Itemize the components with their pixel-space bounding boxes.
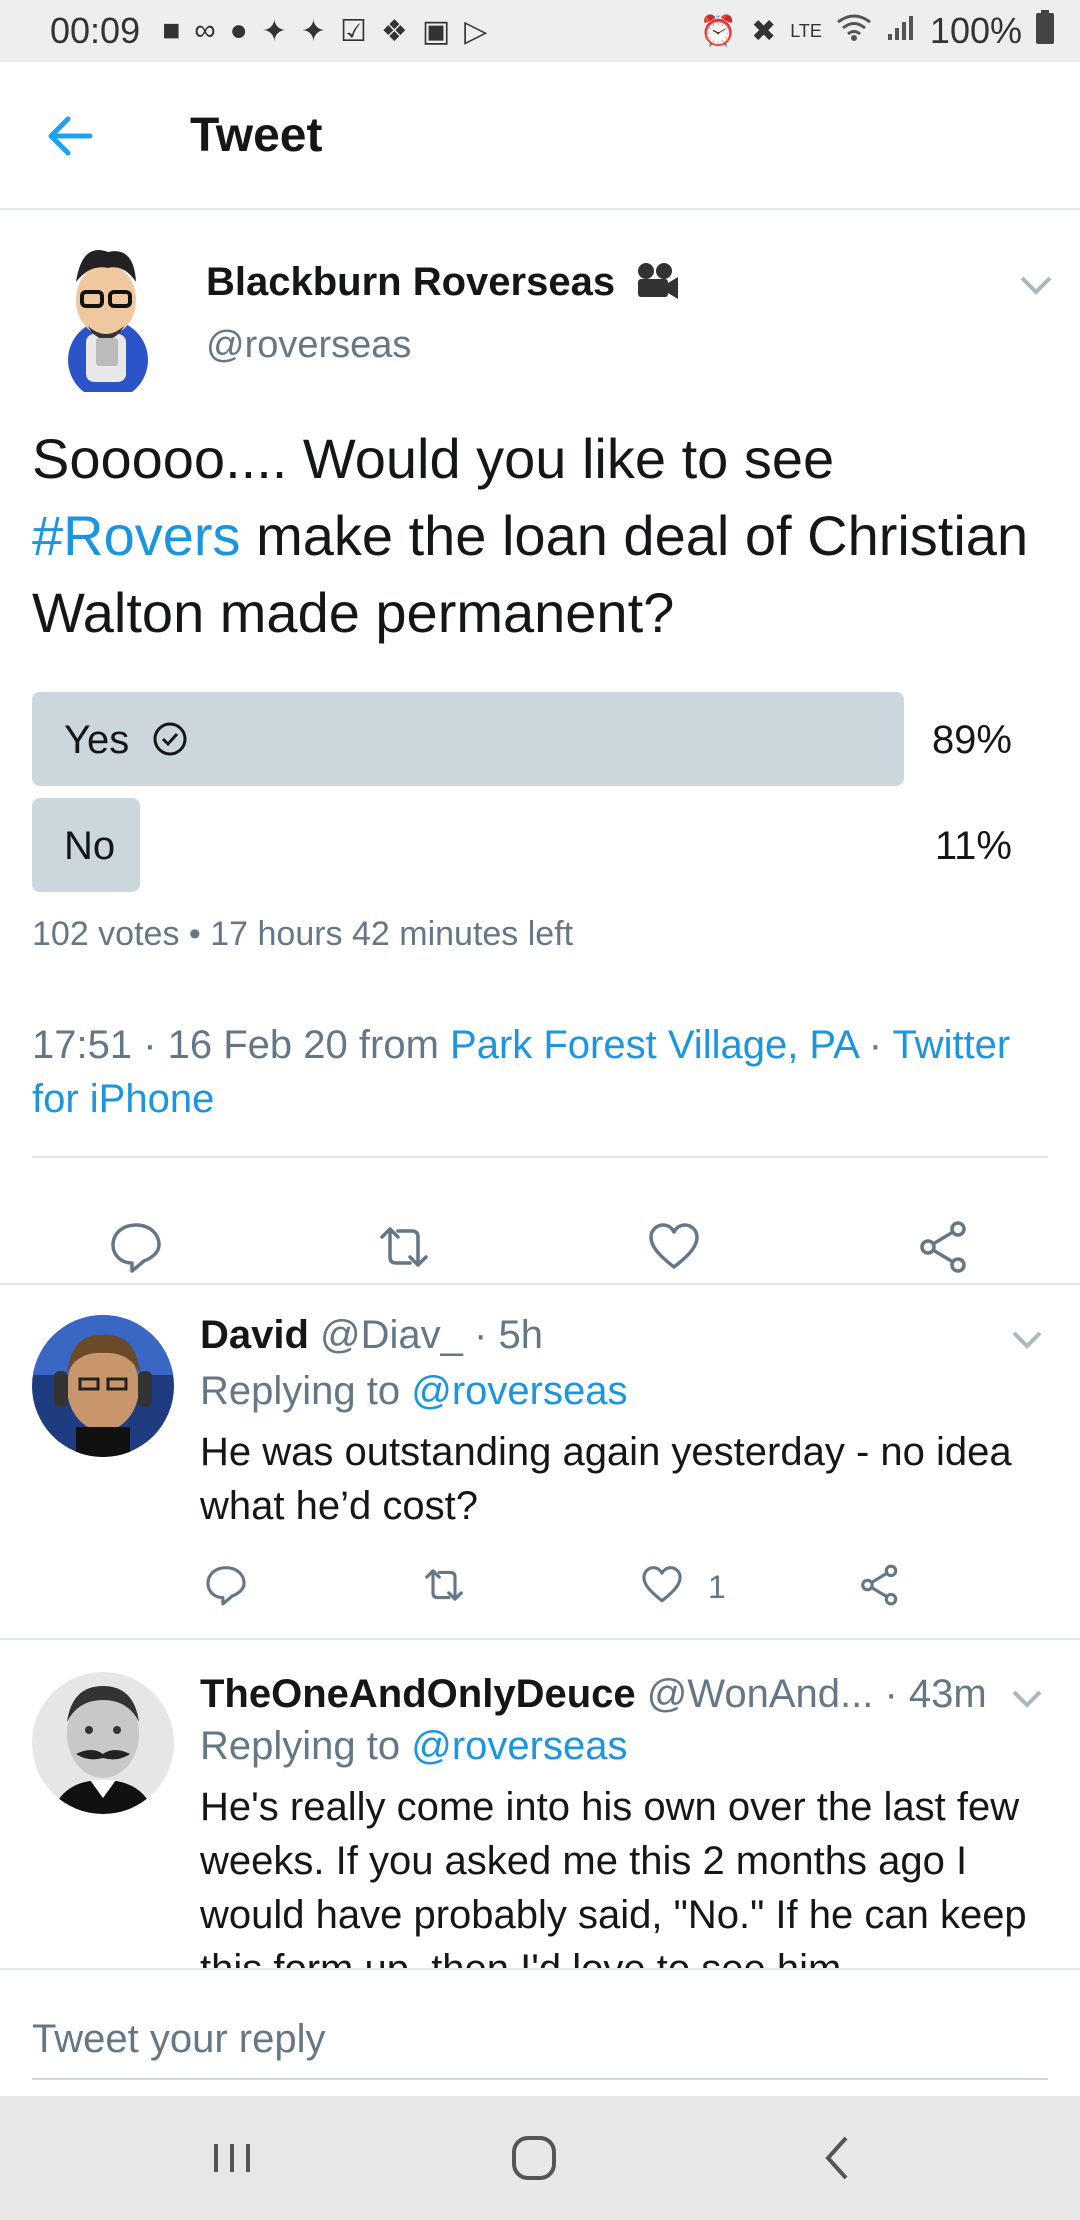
screen: 00:09 ■ ∞ ● ✦ ✦ ☑ ❖ ▣ ▷ ⏰ ✖ LTE 100% Twe…	[0, 0, 1080, 2220]
replying-to: Replying to @roverseas	[200, 1724, 627, 1769]
check-icon: ☑	[340, 14, 367, 48]
poll-option-percent: 89%	[931, 718, 1012, 762]
replying-to-link[interactable]: @roverseas	[411, 1724, 627, 1768]
battery-percent: 100%	[929, 10, 1022, 51]
reply-input[interactable]	[32, 2000, 1048, 2080]
top-bar: Tweet	[0, 62, 1080, 210]
twitter-bird-icon: ❖	[380, 14, 408, 48]
system-nav-bar	[0, 2096, 1080, 2220]
pinwheel-icon: ✦	[261, 14, 287, 48]
reply-text: He was outstanding again yesterday - no …	[200, 1430, 1012, 1528]
reply-text: He's really come into his own over the l…	[200, 1785, 1027, 1968]
tweet-timestamp: 17:51 · 16 Feb 20 from Park Forest Villa…	[32, 1018, 1062, 1126]
reply-header: David @Diav_ · 5h	[200, 1313, 543, 1358]
timestamp-text: 17:51 · 16 Feb 20 from	[32, 1023, 451, 1067]
divider	[32, 1156, 1048, 1158]
replying-to-link[interactable]: @roverseas	[411, 1369, 627, 1413]
voicemail-icon: ∞	[194, 13, 216, 47]
replying-to: Replying to @roverseas	[200, 1369, 627, 1414]
signal-icon	[886, 12, 916, 50]
reply-handle-time: @Diav_ · 5h	[308, 1313, 543, 1357]
tweet-text-part: Sooooo.... Would you like to see	[32, 427, 835, 490]
poll-option-no: No 11%	[32, 798, 1012, 892]
replying-prefix: Replying to	[200, 1369, 412, 1413]
poll-option-label-text: Yes	[64, 718, 130, 762]
reply-tweet[interactable]: David @Diav_ · 5h Replying to @roverseas…	[0, 1285, 1080, 1638]
avatar[interactable]	[38, 242, 168, 400]
camera-emoji-icon	[634, 260, 680, 304]
chevron-down-icon[interactable]	[1018, 270, 1054, 300]
poll-meta: 102 votes • 17 hours 42 minutes left	[32, 915, 574, 953]
back-arrow-icon[interactable]	[40, 106, 100, 166]
reply-icon[interactable]	[108, 1219, 164, 1275]
like-heart-icon[interactable]	[646, 1219, 702, 1275]
bag-icon: ■	[162, 13, 181, 47]
retweet-icon[interactable]	[376, 1219, 432, 1275]
poll-option-yes: Yes 89%	[32, 692, 1012, 786]
wifi-icon	[836, 12, 872, 50]
reply-handle-time: @WonAnd... · 43m	[635, 1672, 987, 1716]
recent-apps-icon[interactable]	[200, 2126, 264, 2190]
reply-composer	[0, 1968, 1080, 2096]
reply-author-name[interactable]: TheOneAndOnlyDeuce	[200, 1672, 636, 1716]
status-time: 00:09	[50, 10, 141, 51]
reply-header: TheOneAndOnlyDeuce @WonAnd... · 43m	[200, 1672, 987, 1717]
author-name[interactable]: Blackburn Roverseas	[206, 260, 680, 305]
notification-icons: ■ ∞ ● ✦ ✦ ☑ ❖ ▣ ▷	[162, 14, 487, 49]
poll-option-percent: 11%	[934, 824, 1012, 868]
play-store-icon: ▷	[464, 14, 488, 48]
author-name-text: Blackburn Roverseas	[206, 260, 616, 304]
home-icon[interactable]	[502, 2126, 566, 2190]
tweet-text: Sooooo.... Would you like to see #Rovers…	[32, 420, 1052, 651]
reply-avatar[interactable]	[32, 1672, 174, 1814]
reply-icon[interactable]	[204, 1563, 248, 1607]
share-icon[interactable]	[916, 1219, 972, 1275]
chevron-down-icon[interactable]	[1010, 1686, 1044, 1712]
retweet-icon[interactable]	[422, 1563, 466, 1607]
separator: ·	[857, 1023, 893, 1067]
system-icons: ⏰ ✖ LTE 100%	[700, 10, 1054, 52]
volte-icon: LTE	[790, 20, 822, 41]
alarm-icon: ⏰	[699, 14, 738, 48]
reply-author-name[interactable]: David	[200, 1313, 309, 1357]
page-title: Tweet	[190, 109, 323, 162]
check-circle-icon	[152, 721, 188, 767]
share-icon[interactable]	[858, 1563, 902, 1607]
reply-avatar[interactable]	[32, 1315, 174, 1457]
status-bar: 00:09 ■ ∞ ● ✦ ✦ ☑ ❖ ▣ ▷ ⏰ ✖ LTE 100%	[0, 0, 1080, 62]
author-handle[interactable]: @roverseas	[206, 324, 411, 367]
like-count: 1	[708, 1569, 726, 1605]
reply-tweet[interactable]: TheOneAndOnlyDeuce @WonAnd... · 43m Repl…	[0, 1640, 1080, 1968]
poll-option-label: Yes	[64, 718, 188, 767]
battery-icon	[1036, 10, 1054, 52]
mute-icon: ✖	[751, 14, 777, 48]
poll-option-label: No	[64, 824, 116, 868]
like-heart-icon[interactable]	[640, 1563, 684, 1607]
replying-prefix: Replying to	[200, 1724, 412, 1768]
chevron-down-icon[interactable]	[1010, 1327, 1044, 1353]
pinwheel-icon: ✦	[300, 14, 327, 48]
location-link[interactable]: Park Forest Village, PA	[450, 1023, 858, 1067]
hashtag-link[interactable]: #Rovers	[32, 504, 241, 567]
notification-icon: ●	[229, 13, 248, 47]
back-icon[interactable]	[806, 2126, 870, 2190]
image-icon: ▣	[421, 14, 451, 48]
